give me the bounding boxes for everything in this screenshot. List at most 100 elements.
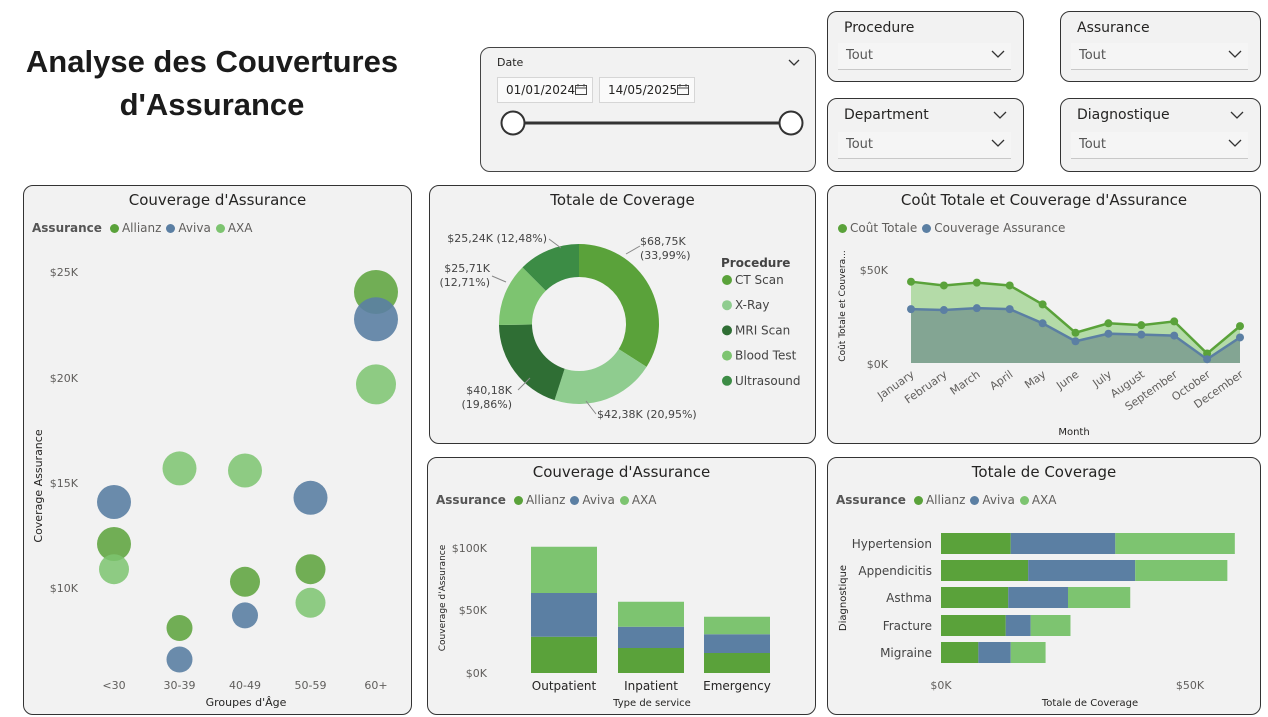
y-tick-label: $10K bbox=[50, 582, 79, 595]
bar-segment-allianz bbox=[941, 533, 1011, 554]
assurance-slicer-label: Assurance bbox=[1077, 20, 1150, 36]
procedure-dropdown[interactable]: Tout bbox=[838, 43, 1011, 70]
scatter-point-axa bbox=[228, 453, 262, 488]
assurance-dropdown[interactable]: Tout bbox=[1071, 43, 1248, 70]
scatter-point-axa bbox=[162, 451, 197, 486]
scatter-point-allianz bbox=[230, 566, 260, 597]
calendar-icon[interactable] bbox=[677, 84, 689, 95]
chevron-down-icon[interactable] bbox=[1228, 138, 1242, 148]
stacked-bar-chart[interactable]: $0K $50K Totale de Coverage Diagnostique… bbox=[828, 458, 1262, 716]
column-segment-allianz bbox=[704, 653, 770, 673]
legend-item-label: X-Ray bbox=[735, 298, 769, 312]
bar-segment-axa bbox=[1067, 587, 1131, 608]
bar-segment-aviva bbox=[1005, 615, 1031, 636]
donut-data-label: (19,86%) bbox=[461, 398, 512, 411]
area-point bbox=[1038, 319, 1047, 328]
y-tick-label: $15K bbox=[50, 477, 79, 490]
bar-segment-allianz bbox=[941, 560, 1029, 581]
donut-slice-ct-scan bbox=[579, 244, 659, 367]
donut-data-label: $68,75K bbox=[640, 235, 686, 248]
chevron-down-icon[interactable] bbox=[787, 58, 801, 68]
diagnostique-slicer[interactable]: Diagnostique Tout bbox=[1060, 98, 1261, 172]
x-tick-label: Emergency bbox=[703, 679, 771, 693]
bar-segment-axa bbox=[1135, 560, 1228, 581]
legend-item-label: MRI Scan bbox=[735, 323, 790, 337]
stacked-column-chart[interactable]: $100K $50K $0K Type de service Couverage… bbox=[428, 458, 817, 716]
area-chart[interactable]: $50K $0K Month Coût Totale et Couvera...… bbox=[828, 186, 1262, 445]
column-segment-axa bbox=[618, 601, 684, 627]
area-point bbox=[1137, 330, 1146, 339]
date-slicer[interactable]: Date 01/01/2024 14/05/2025 bbox=[480, 47, 816, 172]
y-tick-label: Fracture bbox=[883, 619, 932, 633]
donut-legend-title: Procedure bbox=[721, 256, 790, 270]
diagnostique-dropdown-value: Tout bbox=[1079, 137, 1107, 152]
donut-chart[interactable]: Procedure $68,75K(33,99%) $42,38K (20,95%… bbox=[430, 186, 817, 445]
slider-end-handle[interactable] bbox=[778, 110, 804, 136]
y-tick-label: Asthma bbox=[886, 591, 932, 605]
bar-segment-aviva bbox=[1028, 560, 1136, 581]
x-tick-label: Inpatient bbox=[624, 679, 678, 693]
bar-segment-allianz bbox=[941, 642, 979, 663]
date-range-slider[interactable] bbox=[497, 108, 809, 138]
area-point bbox=[939, 306, 948, 315]
legend-marker bbox=[722, 375, 732, 386]
date-end-input[interactable]: 14/05/2025 bbox=[599, 77, 695, 103]
date-slicer-label: Date bbox=[497, 56, 524, 69]
donut-data-label: $42,38K (20,95%) bbox=[597, 408, 697, 421]
column-segment-axa bbox=[531, 546, 597, 593]
y-tick-label: Hypertension bbox=[852, 537, 932, 551]
donut-data-label: (33,99%) bbox=[640, 249, 691, 262]
y-tick-label: $20K bbox=[50, 372, 79, 385]
chevron-down-icon[interactable] bbox=[1230, 110, 1244, 120]
chevron-down-icon[interactable] bbox=[991, 49, 1005, 59]
scatter-point-allianz bbox=[295, 554, 326, 585]
donut-data-label: $25,71K bbox=[444, 262, 490, 275]
column-segment-allianz bbox=[618, 648, 684, 673]
column-segment-aviva bbox=[618, 626, 684, 648]
procedure-slicer[interactable]: Procedure Tout bbox=[827, 11, 1024, 82]
date-start-input[interactable]: 01/01/2024 bbox=[497, 77, 593, 103]
assurance-slicer[interactable]: Assurance Tout bbox=[1060, 11, 1261, 82]
donut-data-label: $25,24K (12,48%) bbox=[447, 232, 547, 245]
scatter-point-aviva bbox=[166, 646, 193, 673]
procedure-slicer-label: Procedure bbox=[844, 20, 915, 36]
legend-marker bbox=[722, 275, 732, 285]
area-point bbox=[1104, 319, 1113, 328]
bar-segment-axa bbox=[1115, 533, 1235, 554]
area-point bbox=[1104, 329, 1113, 338]
department-slicer[interactable]: Department Tout bbox=[827, 98, 1024, 172]
calendar-icon[interactable] bbox=[575, 84, 587, 95]
x-tick-label: 40-49 bbox=[229, 679, 261, 692]
x-tick-label: April bbox=[987, 368, 1015, 393]
y-axis-title: Coût Totale et Couvera... bbox=[838, 250, 848, 361]
area-point bbox=[1005, 305, 1014, 314]
page-title: Analyse des Couvertures d'Assurance bbox=[25, 44, 399, 122]
area-point bbox=[907, 277, 915, 286]
column-segment-allianz bbox=[531, 636, 597, 673]
legend-marker bbox=[722, 300, 732, 311]
y-tick-label: $25K bbox=[50, 266, 79, 279]
area-point bbox=[1071, 337, 1080, 346]
diagnostique-slicer-label: Diagnostique bbox=[1077, 107, 1170, 123]
chevron-down-icon[interactable] bbox=[993, 110, 1007, 120]
slider-start-handle[interactable] bbox=[500, 110, 526, 136]
diagnostique-dropdown[interactable]: Tout bbox=[1071, 132, 1248, 159]
scatter-point-axa bbox=[356, 364, 396, 405]
y-tick-label: $100K bbox=[452, 542, 488, 555]
chevron-down-icon[interactable] bbox=[991, 138, 1005, 148]
area-point bbox=[1038, 300, 1047, 309]
legend-marker bbox=[722, 350, 732, 361]
x-tick-label: <30 bbox=[102, 679, 125, 692]
scatter-plot[interactable]: $25K $20K $15K $10K Groupes d'Âge Covera… bbox=[24, 186, 413, 716]
chevron-down-icon[interactable] bbox=[1228, 49, 1242, 59]
scatter-point-axa bbox=[295, 587, 326, 618]
y-axis-title: Coverage Assurance bbox=[32, 429, 45, 542]
bar-segment-axa bbox=[1010, 642, 1046, 663]
area-point bbox=[1203, 355, 1212, 364]
department-slicer-label: Department bbox=[844, 107, 929, 123]
assurance-dropdown-value: Tout bbox=[1079, 48, 1107, 63]
scatter-chart-card: Couverage d'Assurance Assurance Allianz … bbox=[23, 185, 412, 715]
date-start-value: 01/01/2024 bbox=[506, 83, 576, 97]
department-dropdown[interactable]: Tout bbox=[838, 132, 1011, 159]
area-point bbox=[939, 281, 948, 290]
